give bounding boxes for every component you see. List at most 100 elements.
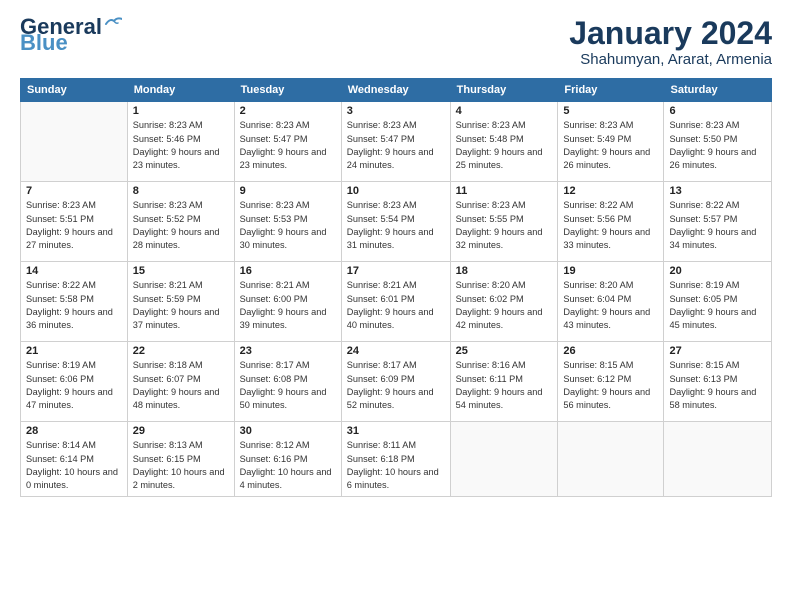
calendar-cell: 25 Sunrise: 8:16 AMSunset: 6:11 PMDayligh… [450, 342, 558, 422]
calendar-cell: 15 Sunrise: 8:21 AMSunset: 5:59 PMDayligh… [127, 262, 234, 342]
calendar-cell: 19Sunrise: 8:20 AMSunset: 6:04 PMDayligh… [558, 262, 664, 342]
calendar-cell: 16 Sunrise: 8:21 AMSunset: 6:00 PMDayligh… [234, 262, 341, 342]
day-number: 14 [26, 265, 122, 277]
calendar-cell: 14Sunrise: 8:22 AMSunset: 5:58 PMDayligh… [21, 262, 128, 342]
calendar-cell: 20Sunrise: 8:19 AMSunset: 6:05 PMDayligh… [664, 262, 772, 342]
calendar-cell: 2 Sunrise: 8:23 AMSunset: 5:47 PMDaylight… [234, 102, 341, 182]
day-number: 25 [456, 345, 553, 357]
day-number: 19 [563, 265, 658, 277]
day-info: Sunrise: 8:11 AMSunset: 6:18 PMDaylight:… [347, 439, 445, 492]
calendar-cell: 6 Sunrise: 8:23 AMSunset: 5:50 PMDaylight… [664, 102, 772, 182]
day-number: 9 [240, 185, 336, 197]
day-number: 13 [669, 185, 766, 197]
calendar-cell: 30 Sunrise: 8:12 AMSunset: 6:16 PMDayligh… [234, 422, 341, 496]
day-number: 28 [26, 425, 122, 437]
day-info: Sunrise: 8:23 AMSunset: 5:48 PMDaylight:… [456, 119, 553, 172]
title-block: January 2024 Shahumyan, Ararat, Armenia [569, 16, 772, 68]
calendar-cell: 21 Sunrise: 8:19 AMSunset: 6:06 PMDayligh… [21, 342, 128, 422]
calendar-cell: 18Sunrise: 8:20 AMSunset: 6:02 PMDayligh… [450, 262, 558, 342]
calendar-cell: 3 Sunrise: 8:23 AMSunset: 5:47 PMDaylight… [341, 102, 450, 182]
day-info: Sunrise: 8:18 AMSunset: 6:07 PMDaylight:… [133, 359, 229, 412]
col-saturday: Saturday [664, 79, 772, 102]
day-info: Sunrise: 8:20 AMSunset: 6:02 PMDaylight:… [456, 279, 553, 332]
day-info: Sunrise: 8:19 AMSunset: 6:05 PMDaylight:… [669, 279, 766, 332]
day-info: Sunrise: 8:23 AMSunset: 5:52 PMDaylight:… [133, 199, 229, 252]
day-number: 10 [347, 185, 445, 197]
col-sunday: Sunday [21, 79, 128, 102]
day-info: Sunrise: 8:12 AMSunset: 6:16 PMDaylight:… [240, 439, 336, 492]
day-info: Sunrise: 8:22 AMSunset: 5:56 PMDaylight:… [563, 199, 658, 252]
day-info: Sunrise: 8:22 AMSunset: 5:57 PMDaylight:… [669, 199, 766, 252]
day-info: Sunrise: 8:23 AMSunset: 5:49 PMDaylight:… [563, 119, 658, 172]
col-tuesday: Tuesday [234, 79, 341, 102]
day-number: 1 [133, 105, 229, 117]
calendar-cell: 12Sunrise: 8:22 AMSunset: 5:56 PMDayligh… [558, 182, 664, 262]
day-number: 27 [669, 345, 766, 357]
calendar-cell [558, 422, 664, 496]
week-row-3: 14Sunrise: 8:22 AMSunset: 5:58 PMDayligh… [21, 262, 772, 342]
day-number: 29 [133, 425, 229, 437]
calendar-cell: 5 Sunrise: 8:23 AMSunset: 5:49 PMDaylight… [558, 102, 664, 182]
week-row-5: 28 Sunrise: 8:14 AMSunset: 6:14 PMDayligh… [21, 422, 772, 496]
day-number: 3 [347, 105, 445, 117]
day-info: Sunrise: 8:15 AMSunset: 6:13 PMDaylight:… [669, 359, 766, 412]
calendar-cell: 27 Sunrise: 8:15 AMSunset: 6:13 PMDayligh… [664, 342, 772, 422]
day-info: Sunrise: 8:19 AMSunset: 6:06 PMDaylight:… [26, 359, 122, 412]
day-number: 26 [563, 345, 658, 357]
day-info: Sunrise: 8:23 AMSunset: 5:47 PMDaylight:… [240, 119, 336, 172]
day-info: Sunrise: 8:23 AMSunset: 5:50 PMDaylight:… [669, 119, 766, 172]
col-friday: Friday [558, 79, 664, 102]
calendar-cell: 13 Sunrise: 8:22 AMSunset: 5:57 PMDayligh… [664, 182, 772, 262]
day-info: Sunrise: 8:14 AMSunset: 6:14 PMDaylight:… [26, 439, 122, 492]
day-info: Sunrise: 8:21 AMSunset: 6:01 PMDaylight:… [347, 279, 445, 332]
day-info: Sunrise: 8:16 AMSunset: 6:11 PMDaylight:… [456, 359, 553, 412]
day-info: Sunrise: 8:21 AMSunset: 6:00 PMDaylight:… [240, 279, 336, 332]
calendar-table: Sunday Monday Tuesday Wednesday Thursday… [20, 78, 772, 496]
day-number: 4 [456, 105, 553, 117]
day-number: 8 [133, 185, 229, 197]
day-number: 24 [347, 345, 445, 357]
day-info: Sunrise: 8:23 AMSunset: 5:51 PMDaylight:… [26, 199, 122, 252]
day-number: 17 [347, 265, 445, 277]
calendar-cell: 4 Sunrise: 8:23 AMSunset: 5:48 PMDaylight… [450, 102, 558, 182]
month-title: January 2024 [569, 16, 772, 51]
calendar-cell: 1Sunrise: 8:23 AMSunset: 5:46 PMDaylight… [127, 102, 234, 182]
day-number: 7 [26, 185, 122, 197]
day-number: 5 [563, 105, 658, 117]
calendar-cell: 24Sunrise: 8:17 AMSunset: 6:09 PMDayligh… [341, 342, 450, 422]
calendar-cell: 23Sunrise: 8:17 AMSunset: 6:08 PMDayligh… [234, 342, 341, 422]
day-info: Sunrise: 8:23 AMSunset: 5:47 PMDaylight:… [347, 119, 445, 172]
day-info: Sunrise: 8:21 AMSunset: 5:59 PMDaylight:… [133, 279, 229, 332]
calendar-cell: 10 Sunrise: 8:23 AMSunset: 5:54 PMDayligh… [341, 182, 450, 262]
col-thursday: Thursday [450, 79, 558, 102]
day-info: Sunrise: 8:23 AMSunset: 5:54 PMDaylight:… [347, 199, 445, 252]
calendar-cell: 7 Sunrise: 8:23 AMSunset: 5:51 PMDaylight… [21, 182, 128, 262]
calendar-cell: 29Sunrise: 8:13 AMSunset: 6:15 PMDayligh… [127, 422, 234, 496]
day-number: 30 [240, 425, 336, 437]
col-monday: Monday [127, 79, 234, 102]
week-row-4: 21 Sunrise: 8:19 AMSunset: 6:06 PMDayligh… [21, 342, 772, 422]
day-number: 15 [133, 265, 229, 277]
calendar-cell [450, 422, 558, 496]
day-number: 6 [669, 105, 766, 117]
week-row-1: 1Sunrise: 8:23 AMSunset: 5:46 PMDaylight… [21, 102, 772, 182]
calendar-cell: 9 Sunrise: 8:23 AMSunset: 5:53 PMDaylight… [234, 182, 341, 262]
day-number: 2 [240, 105, 336, 117]
header-row: Sunday Monday Tuesday Wednesday Thursday… [21, 79, 772, 102]
calendar-cell: 8 Sunrise: 8:23 AMSunset: 5:52 PMDaylight… [127, 182, 234, 262]
day-info: Sunrise: 8:23 AMSunset: 5:55 PMDaylight:… [456, 199, 553, 252]
page: General Blue January 2024 Shahumyan, Ara… [0, 0, 792, 612]
day-number: 21 [26, 345, 122, 357]
logo-bird-icon [104, 16, 122, 30]
logo: General Blue [20, 16, 122, 56]
calendar-cell: 31Sunrise: 8:11 AMSunset: 6:18 PMDayligh… [341, 422, 450, 496]
day-number: 11 [456, 185, 553, 197]
calendar-cell [664, 422, 772, 496]
week-row-2: 7 Sunrise: 8:23 AMSunset: 5:51 PMDaylight… [21, 182, 772, 262]
location-subtitle: Shahumyan, Ararat, Armenia [569, 51, 772, 68]
logo-blue: Blue [20, 30, 68, 56]
day-info: Sunrise: 8:23 AMSunset: 5:53 PMDaylight:… [240, 199, 336, 252]
day-info: Sunrise: 8:17 AMSunset: 6:08 PMDaylight:… [240, 359, 336, 412]
day-number: 16 [240, 265, 336, 277]
calendar-cell: 22Sunrise: 8:18 AMSunset: 6:07 PMDayligh… [127, 342, 234, 422]
